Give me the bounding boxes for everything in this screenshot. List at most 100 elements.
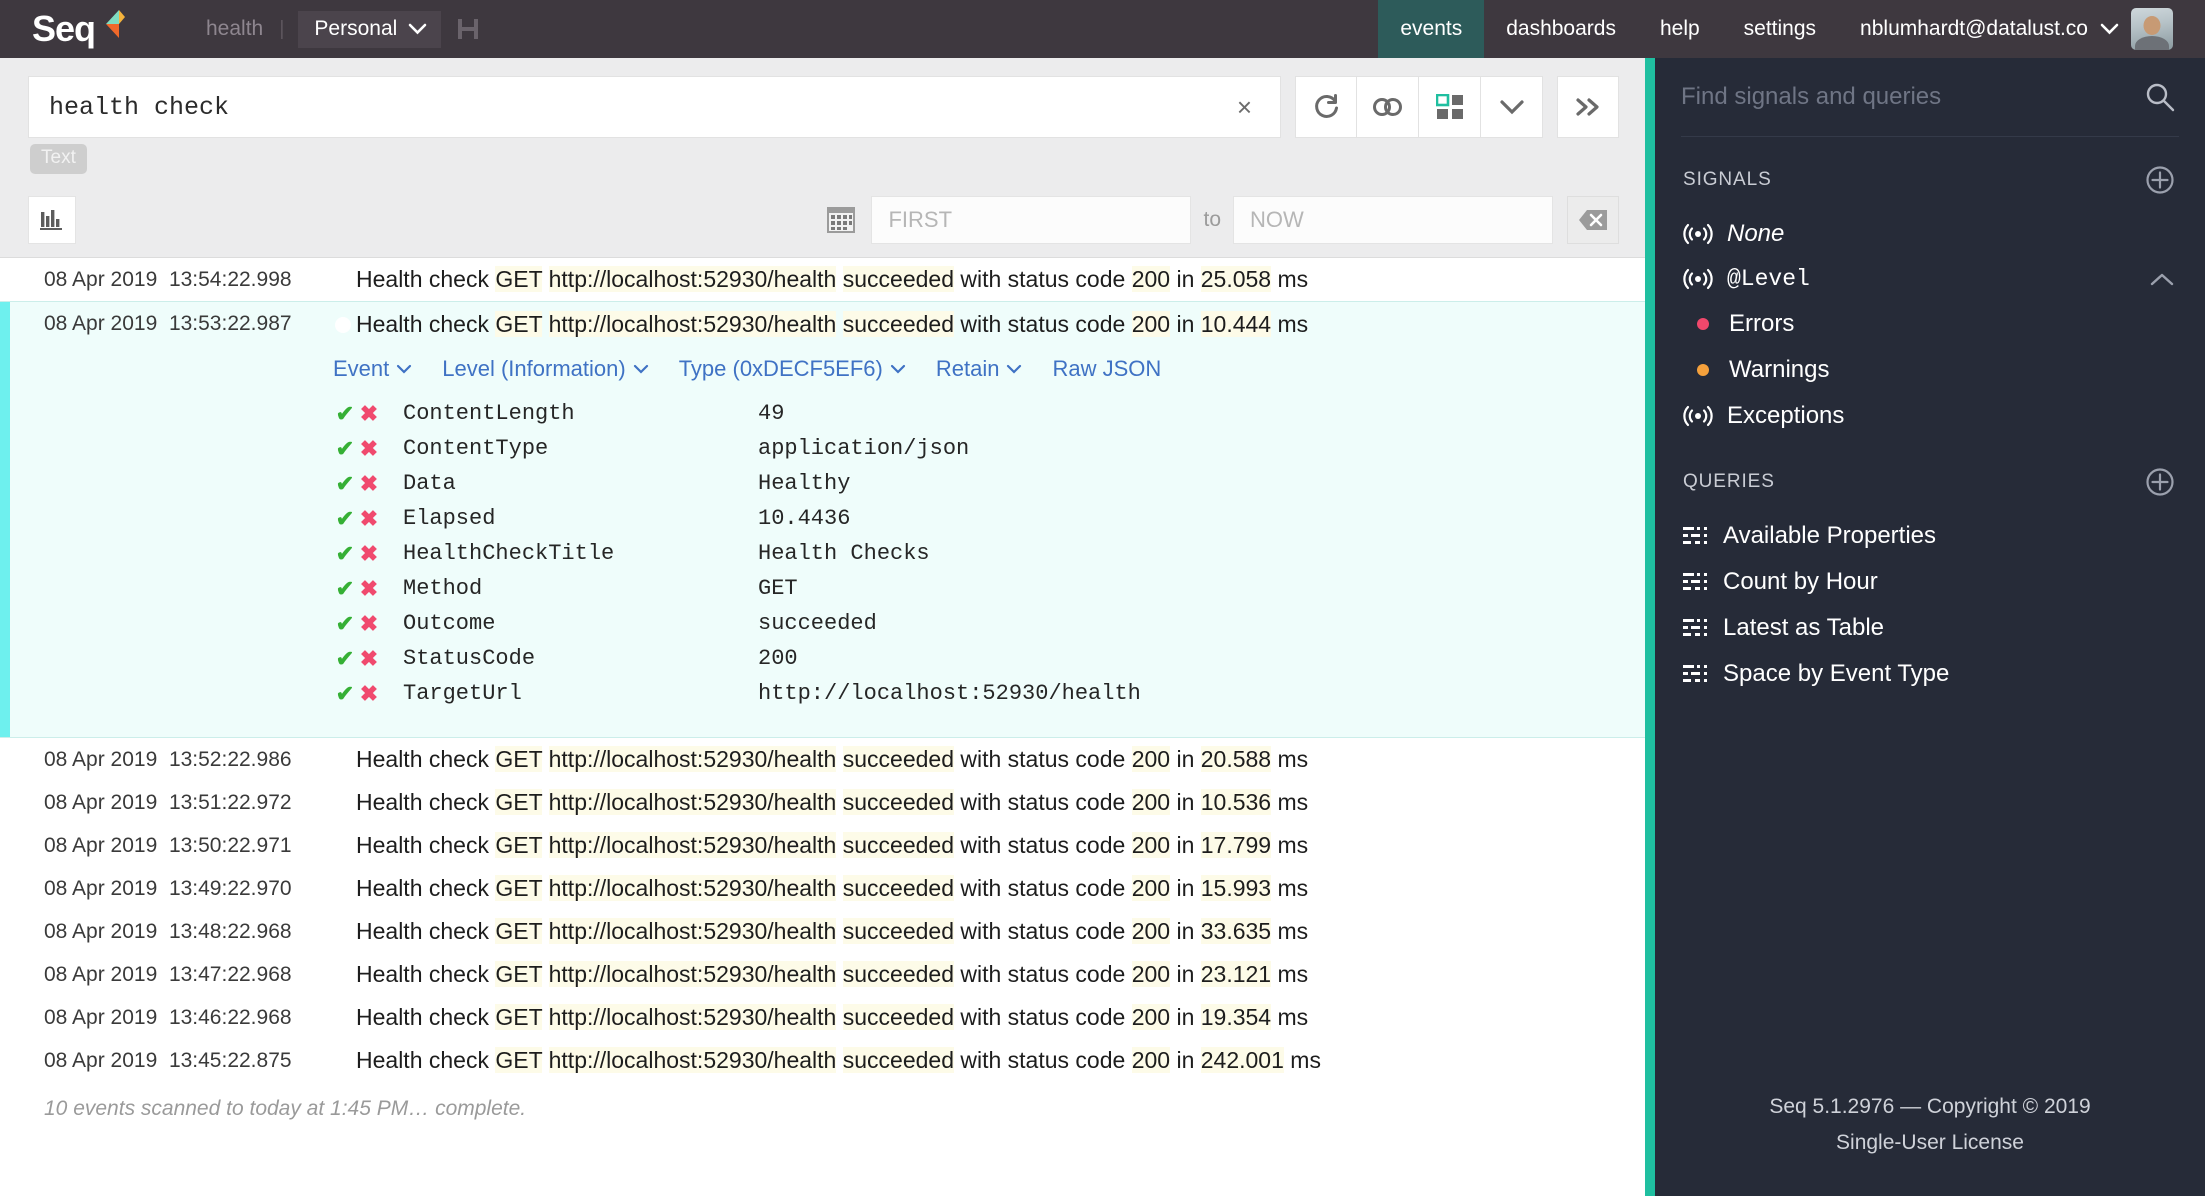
- find-signals-input[interactable]: Find signals and queries: [1681, 83, 2145, 111]
- event-dot-slot: [330, 1060, 356, 1062]
- property-table: ✔ ✖ ContentLength 49 ✔ ✖ ContentType app: [0, 396, 1645, 711]
- table-row[interactable]: 08 Apr 2019 13:48:22.968 Health check GE…: [0, 910, 1645, 953]
- exclude-property-icon[interactable]: ✖: [357, 506, 381, 532]
- sidebar-item-level-warnings[interactable]: Warnings: [1655, 347, 2205, 393]
- include-property-icon[interactable]: ✔: [333, 576, 357, 602]
- exclude-property-icon[interactable]: ✖: [357, 471, 381, 497]
- prop-elapsed: 242.001: [1200, 1047, 1284, 1073]
- exclude-property-icon[interactable]: ✖: [357, 576, 381, 602]
- nav-item-dashboards[interactable]: dashboards: [1484, 0, 1638, 58]
- add-query-button[interactable]: [2145, 467, 2175, 497]
- avatar[interactable]: [2131, 8, 2173, 50]
- include-property-icon[interactable]: ✔: [333, 611, 357, 637]
- clear-range-button[interactable]: [1567, 195, 1619, 244]
- find-signals-row[interactable]: Find signals and queries: [1655, 58, 2205, 136]
- workspace-selector[interactable]: Personal: [298, 10, 442, 48]
- exclude-property-icon[interactable]: ✖: [357, 436, 381, 462]
- prop-status: 200: [1131, 310, 1171, 337]
- prop-url: http://localhost:52930/health: [548, 746, 837, 772]
- table-row[interactable]: 08 Apr 2019 13:49:22.970 Health check GE…: [0, 867, 1645, 910]
- chevron-up-icon[interactable]: [2149, 272, 2175, 287]
- nav-item-help[interactable]: help: [1638, 0, 1722, 58]
- detail-menu-type[interactable]: Type (0xDECF5EF6): [679, 356, 906, 382]
- clear-query-button[interactable]: ×: [1227, 94, 1262, 120]
- event-dot-slot: [330, 888, 356, 890]
- query-input-box[interactable]: health check ×: [28, 76, 1281, 138]
- sidebar-item-query-count-by-hour[interactable]: Count by Hour: [1655, 559, 2205, 605]
- prop-elapsed: 15.993: [1200, 875, 1272, 901]
- save-icon[interactable]: [457, 18, 479, 40]
- event-timestamp: 08 Apr 2019 13:49:22.970: [0, 877, 330, 901]
- include-property-icon[interactable]: ✔: [333, 471, 357, 497]
- prop-status: 200: [1131, 961, 1171, 987]
- sidebar-item-query-space-by-event-type[interactable]: Space by Event Type: [1655, 651, 2205, 697]
- include-property-icon[interactable]: ✔: [333, 541, 357, 567]
- exclude-property-icon[interactable]: ✖: [357, 611, 381, 637]
- detail-menu-event[interactable]: Event: [333, 356, 412, 382]
- property-row: ✔ ✖ TargetUrl http://localhost:52930/hea…: [333, 676, 1645, 711]
- brand-logo[interactable]: Seq: [0, 0, 190, 58]
- breadcrumb-context[interactable]: health: [190, 17, 279, 41]
- sidebar-item-signal-level[interactable]: @Level: [1655, 257, 2205, 301]
- table-row[interactable]: 08 Apr 2019 13:46:22.968 Health check GE…: [0, 996, 1645, 1039]
- range-to-input[interactable]: NOW: [1233, 195, 1553, 244]
- sidebar-item-signal-exceptions[interactable]: Exceptions: [1655, 393, 2205, 439]
- refresh-button[interactable]: [1295, 76, 1357, 138]
- include-property-icon[interactable]: ✔: [333, 436, 357, 462]
- table-row[interactable]: 08 Apr 2019 13:52:22.986 Health check GE…: [0, 738, 1645, 781]
- exclude-property-icon[interactable]: ✖: [357, 646, 381, 672]
- footer-copyright: Seq 5.1.2976 — Copyright © 2019: [1769, 1094, 2091, 1118]
- event-message: Health check GET http://localhost:52930/…: [356, 310, 1309, 337]
- table-row[interactable]: 08 Apr 2019 13:51:22.972 Health check GE…: [0, 781, 1645, 824]
- event-date: 08 Apr 2019: [44, 1005, 158, 1029]
- selected-event-row[interactable]: 08 Apr 2019 13:53:22.987 Health check GE…: [0, 301, 1645, 738]
- exclude-property-icon[interactable]: ✖: [357, 541, 381, 567]
- prop-outcome: succeeded: [842, 1047, 954, 1073]
- prop-status: 200: [1131, 266, 1171, 292]
- prop-method: GET: [495, 1004, 543, 1030]
- query-mode-badge[interactable]: Text: [30, 144, 87, 174]
- double-chevron-right-icon: [1574, 97, 1602, 117]
- expand-panel-button[interactable]: [1557, 76, 1619, 138]
- search-input[interactable]: health check: [49, 93, 1227, 122]
- prop-status: 200: [1131, 875, 1171, 901]
- detail-menu-level[interactable]: Level (Information): [442, 356, 648, 382]
- toggle-histogram-button[interactable]: [28, 195, 76, 244]
- prop-status: 200: [1131, 1047, 1171, 1073]
- include-property-icon[interactable]: ✔: [333, 646, 357, 672]
- range-from-input[interactable]: FIRST: [871, 195, 1192, 244]
- detail-menu-raw-json[interactable]: Raw JSON: [1052, 356, 1161, 382]
- nav-item-events[interactable]: events: [1378, 0, 1485, 58]
- chevron-down-icon: [2100, 23, 2119, 35]
- table-row[interactable]: 08 Apr 2019 13:54:22.998 Health check GE…: [0, 258, 1645, 301]
- display-options-button[interactable]: [1419, 76, 1481, 138]
- include-property-icon[interactable]: ✔: [333, 506, 357, 532]
- user-menu[interactable]: nblumhardt@datalust.co: [1838, 0, 2205, 58]
- add-signal-button[interactable]: [2145, 165, 2175, 195]
- exclude-property-icon[interactable]: ✖: [357, 681, 381, 707]
- property-row: ✔ ✖ Method GET: [333, 571, 1645, 606]
- prop-outcome: succeeded: [842, 310, 954, 337]
- exclude-property-icon[interactable]: ✖: [357, 401, 381, 427]
- sidebar-item-query-available-properties[interactable]: Available Properties: [1655, 513, 2205, 559]
- sidebar-item-query-latest-as-table[interactable]: Latest as Table: [1655, 605, 2205, 651]
- detail-menu-retain[interactable]: Retain: [936, 356, 1023, 382]
- sidebar-item-signal-none[interactable]: None: [1655, 211, 2205, 257]
- calendar-picker-button[interactable]: [821, 200, 861, 240]
- table-row[interactable]: 08 Apr 2019 13:47:22.968 Health check GE…: [0, 953, 1645, 996]
- layout-grid-icon: [1435, 94, 1464, 120]
- more-options-button[interactable]: [1481, 76, 1543, 138]
- copy-link-button[interactable]: [1357, 76, 1419, 138]
- sidebar-item-label: Errors: [1729, 310, 1795, 337]
- include-property-icon[interactable]: ✔: [333, 401, 357, 427]
- event-time: 13:45:22.875: [168, 1048, 292, 1072]
- sidebar-item-level-errors[interactable]: Errors: [1655, 301, 2205, 347]
- table-row[interactable]: 08 Apr 2019 13:50:22.971 Health check GE…: [0, 824, 1645, 867]
- search-icon[interactable]: [2145, 82, 2175, 112]
- nav-item-settings[interactable]: settings: [1722, 0, 1838, 58]
- event-date: 08 Apr 2019: [44, 876, 158, 900]
- include-property-icon[interactable]: ✔: [333, 681, 357, 707]
- signal-icon: [1683, 405, 1713, 427]
- prop-outcome: succeeded: [842, 1004, 954, 1030]
- table-row[interactable]: 08 Apr 2019 13:45:22.875 Health check GE…: [0, 1039, 1645, 1082]
